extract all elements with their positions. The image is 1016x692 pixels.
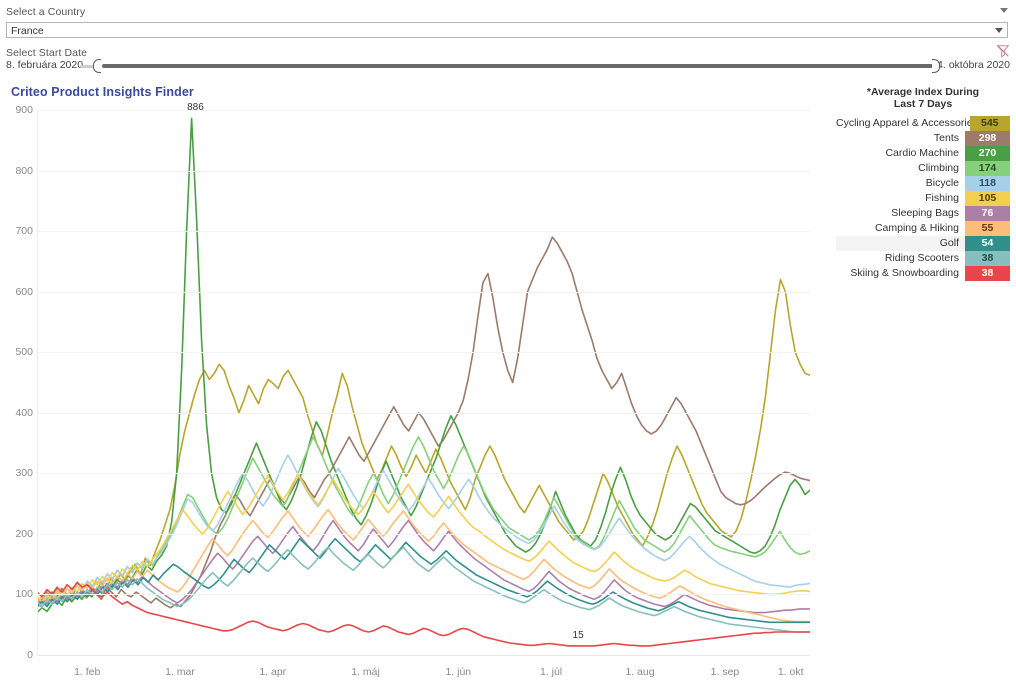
x-axis-tick-label: 1. sep	[710, 666, 740, 678]
legend-row-list: Cycling Apparel & Accessories 545 Tents 298…	[836, 116, 1010, 281]
country-select-value: France	[11, 25, 44, 37]
legend-row[interactable]: Tents 298	[836, 131, 1010, 146]
country-selector-label: Select a Country	[6, 6, 86, 18]
legend-item-label: Camping & Hiking	[874, 222, 959, 234]
legend-item-value: 174	[965, 161, 1010, 176]
chart-line-bicycle	[36, 454, 811, 605]
legend-row[interactable]: Fishing 105	[836, 191, 1010, 206]
dashboard-page: Select a Country France Select Start Dat…	[0, 0, 1016, 692]
y-axis-tick-label: 200	[15, 527, 33, 540]
legend-title-line2: Last 7 Days	[893, 98, 953, 110]
date-range-slider[interactable]: 8. februára 2020 4. októbra 2020	[0, 58, 1016, 76]
line-chart-plot[interactable]	[36, 110, 811, 655]
chart-title: Criteo Product Insights Finder	[11, 85, 194, 99]
filter-icon[interactable]	[996, 44, 1010, 58]
country-select[interactable]: France	[6, 22, 1008, 38]
legend-row[interactable]: Bicycle 118	[836, 176, 1010, 191]
x-axis-tick-label: 1. júl	[539, 666, 563, 678]
x-axis-tick-label: 1. jún	[445, 666, 472, 678]
x-axis-tick-label: 1. mar	[165, 666, 195, 678]
legend-item-value: 54	[965, 236, 1010, 251]
chart-point-label: 15	[572, 629, 584, 641]
chart-line-golf	[36, 537, 811, 624]
grid-line	[37, 291, 810, 293]
x-axis-labels: 1. feb 1. mar 1. apr 1. máj 1. jún 1. júl 1. a…	[37, 666, 810, 682]
country-collapse-caret-icon[interactable]	[1000, 8, 1008, 13]
legend-item-value: 38	[965, 266, 1010, 281]
y-axis-tick-label: 400	[15, 406, 33, 419]
y-axis-tick-label: 600	[15, 285, 33, 298]
grid-line	[37, 533, 810, 535]
y-axis-tick-label: 0	[27, 649, 33, 661]
legend-title-line1: *Average Index During	[866, 86, 980, 98]
x-axis-tick-label: 1. okt	[777, 666, 804, 678]
legend-row[interactable]: Riding Scooters 38	[836, 251, 1010, 266]
slider-max-label: 4. októbra 2020	[937, 59, 1010, 71]
chart-line-cardio-machine	[36, 117, 811, 614]
legend-item-value: 76	[965, 206, 1010, 221]
chevron-down-icon[interactable]	[995, 28, 1003, 33]
x-axis-tick-label: 1. aug	[625, 666, 655, 678]
chart-line-fishing	[36, 473, 811, 603]
y-axis-tick-label: 800	[15, 164, 33, 177]
legend-panel: *Average Index During Last 7 Days Cyclin…	[836, 84, 1010, 281]
legend-item-label: Cardio Machine	[885, 147, 959, 159]
legend-item-label: Cycling Apparel & Accessories	[836, 117, 970, 129]
y-axis-tick-label: 900	[15, 104, 33, 116]
legend-row[interactable]: Golf 54	[836, 236, 1010, 251]
legend-item-value: 545	[969, 116, 1010, 131]
x-axis-tick-label: 1. apr	[259, 666, 287, 678]
legend-item-label: Riding Scooters	[884, 252, 959, 264]
legend-row[interactable]: Climbing 174	[836, 161, 1010, 176]
x-axis-tick-label: 1. feb	[74, 666, 101, 678]
chart-line-climbing	[36, 436, 811, 609]
chart-line-tents	[36, 236, 811, 609]
chart-line-cycling-apparel-accessories	[36, 278, 811, 603]
grid-line	[37, 473, 810, 475]
legend-item-label: Fishing	[925, 192, 959, 204]
legend-item-label: Golf	[939, 237, 959, 249]
y-axis-tick-label: 100	[15, 588, 33, 601]
legend-item-label: Climbing	[918, 162, 959, 174]
legend-item-value: 298	[965, 131, 1010, 146]
grid-line	[37, 352, 810, 354]
grid-line	[37, 412, 810, 414]
grid-line	[37, 170, 810, 172]
y-axis-tick-label: 500	[15, 346, 33, 359]
grid-line	[37, 231, 810, 233]
y-axis-tick-label: 700	[15, 225, 33, 238]
legend-item-value: 55	[965, 221, 1010, 236]
legend-title: *Average Index During Last 7 Days	[836, 84, 1010, 110]
y-axis-labels: 0 100 200 300 400 500 600 700 800 900	[0, 104, 33, 661]
legend-row[interactable]: Skiing & Snowboarding 38	[836, 266, 1010, 281]
y-axis-line	[37, 110, 38, 655]
legend-item-label: Bicycle	[925, 177, 959, 189]
legend-item-value: 105	[965, 191, 1010, 206]
slider-min-label: 8. februára 2020	[6, 59, 84, 71]
legend-item-label: Skiing & Snowboarding	[850, 267, 959, 279]
chart-series-svg	[36, 117, 811, 647]
chart-point-label: 886	[187, 102, 204, 114]
x-axis-tick-label: 1. máj	[351, 666, 380, 678]
legend-item-label: Tents	[933, 132, 959, 144]
legend-row[interactable]: Cardio Machine 270	[836, 146, 1010, 161]
x-axis-line	[37, 655, 810, 656]
y-axis-tick-label: 300	[15, 467, 33, 480]
legend-row[interactable]: Sleeping Bags 76	[836, 206, 1010, 221]
legend-row[interactable]: Camping & Hiking 55	[836, 221, 1010, 236]
legend-item-value: 38	[965, 251, 1010, 266]
slider-track-active[interactable]	[102, 64, 934, 68]
legend-item-label: Sleeping Bags	[891, 207, 959, 219]
grid-line	[37, 110, 810, 111]
legend-row[interactable]: Cycling Apparel & Accessories 545	[836, 116, 1010, 131]
legend-item-value: 118	[965, 176, 1010, 191]
legend-item-value: 270	[965, 146, 1010, 161]
slider-handle-start[interactable]	[93, 59, 101, 73]
grid-line	[37, 594, 810, 596]
